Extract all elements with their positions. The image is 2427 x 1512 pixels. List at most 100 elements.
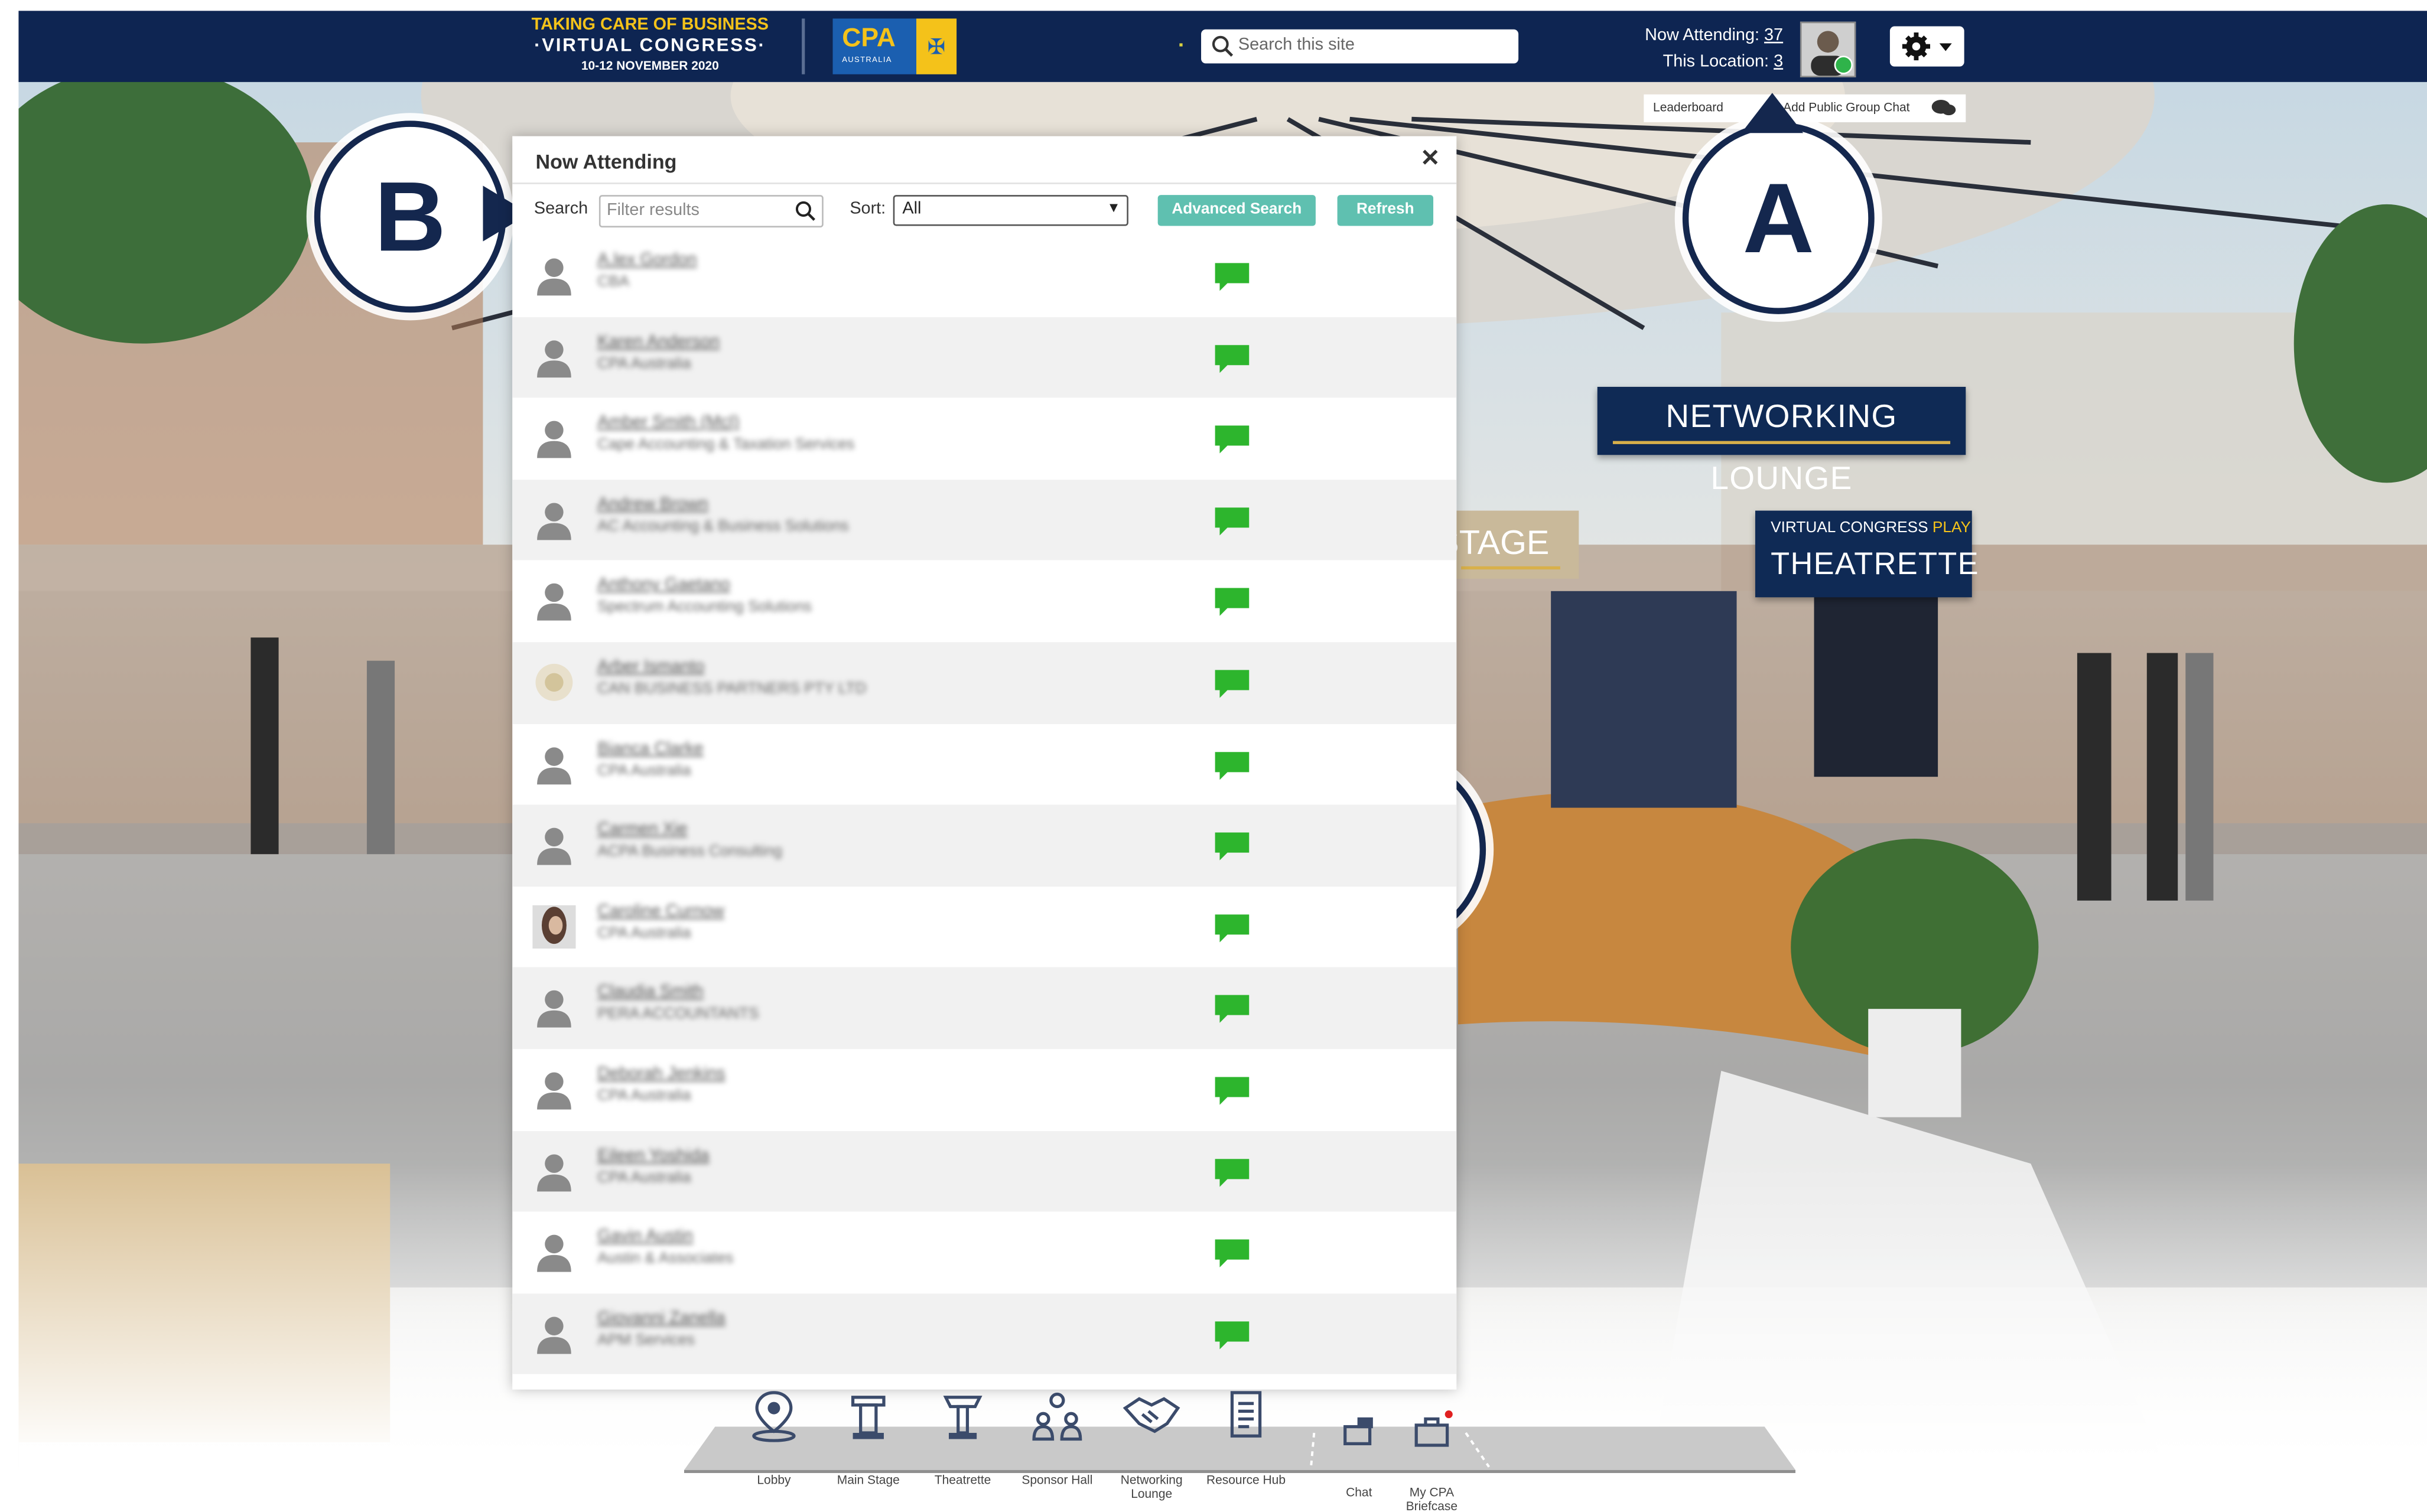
attendee-company: CPA Australia xyxy=(597,355,691,373)
attendee-name-link[interactable]: Gavin Austin xyxy=(597,1227,693,1246)
attendee-name-link[interactable]: Claudia Smith xyxy=(597,983,703,1002)
event-title: TAKING CARE OF BUSINESS ·VIRTUAL CONGRES… xyxy=(526,15,774,74)
nav-item-label: Networking Lounge xyxy=(1120,1473,1183,1501)
nav-item-label: Resource Hub xyxy=(1206,1473,1286,1487)
attendee-row: A.lex Gordon CBA xyxy=(512,235,1456,317)
cpa-logo-subtext: AUSTRALIA xyxy=(842,56,892,66)
attendee-photo-icon xyxy=(532,904,576,949)
callout-a-pointer xyxy=(1741,93,1804,133)
nav-item-theatrette[interactable]: Theatrette xyxy=(915,1390,1010,1487)
attendee-row: Anthony Gaetano Spectrum Accounting Solut… xyxy=(512,561,1456,642)
advanced-search-button[interactable]: Advanced Search xyxy=(1157,195,1316,226)
attendee-company: PERA ACCOUNTANTS xyxy=(597,1006,759,1024)
nav-item-networking-lounge[interactable]: Networking Lounge xyxy=(1104,1390,1199,1501)
theatrette-sign-line2: THEATRETTE xyxy=(1771,548,1979,582)
attendee-name-link[interactable]: Anthony Gaetano xyxy=(597,576,730,595)
nav-item-my-cpa-briefcase[interactable]: My CPA Briefcase xyxy=(1384,1408,1479,1512)
attendee-name-link[interactable]: Arber Ismanto xyxy=(597,657,704,676)
chat-icon[interactable] xyxy=(1214,913,1251,943)
sort-value: All xyxy=(902,199,922,219)
chat-icon[interactable] xyxy=(1214,587,1251,618)
filter-results-input[interactable]: Filter results xyxy=(598,195,824,228)
attendee-row: Karen Anderson CPA Australia xyxy=(512,317,1457,398)
nav-item-resource-hub[interactable]: Resource Hub xyxy=(1198,1390,1294,1487)
attendee-row: Deborah Jenkins CPA Australia xyxy=(512,1049,1456,1130)
attendee-company: CPA Australia xyxy=(597,925,691,942)
settings-button[interactable] xyxy=(1889,26,1964,67)
attendee-company: CPA Australia xyxy=(597,762,691,780)
person-icon xyxy=(537,340,571,377)
attendee-company: Austin & Associates xyxy=(597,1250,734,1268)
attendee-name-link[interactable]: Carmen Xie xyxy=(597,820,687,839)
search-icon[interactable] xyxy=(794,200,817,223)
stage-sign-text: STAGE xyxy=(1455,523,1550,562)
sort-select[interactable]: All ▼ xyxy=(893,195,1128,226)
group-chat-icon[interactable] xyxy=(1931,97,1957,119)
event-title-line2: ·VIRTUAL CONGRESS· xyxy=(534,34,766,56)
attendee-name-link[interactable]: Amber Smith (McI) xyxy=(597,413,739,432)
now-attending-label: Now Attending: xyxy=(1645,26,1760,45)
people-icon xyxy=(1009,1390,1105,1442)
gear-icon xyxy=(1902,32,1952,61)
chat-icon[interactable] xyxy=(1214,669,1251,699)
nav-item-label: Main Stage xyxy=(837,1473,900,1487)
nav-item-lobby[interactable]: Lobby xyxy=(726,1390,822,1487)
lectern-icon xyxy=(915,1390,1010,1442)
attendee-company: CAN BUSINESS PARTNERS PTY LTD xyxy=(597,680,867,698)
user-avatar[interactable] xyxy=(1800,21,1856,77)
attendee-row: Eileen Yoshida CPA Australia xyxy=(512,1130,1457,1212)
now-attending-panel: Now Attending ✕ Search Filter results So… xyxy=(512,136,1457,1390)
theatrette-sign: VIRTUAL CONGRESS PLAY THEATRETTE xyxy=(1755,510,1979,598)
nav-item-label: Sponsor Hall xyxy=(1021,1473,1093,1487)
search-icon xyxy=(1212,35,1234,57)
chevron-down-icon: ▼ xyxy=(1107,199,1121,216)
map-pin-icon xyxy=(726,1390,822,1442)
attendee-name-link[interactable]: Caroline Curnow xyxy=(597,902,724,920)
attendee-company: Cape Accounting & Taxation Services xyxy=(597,436,855,454)
site-search-input[interactable]: Search this site xyxy=(1201,29,1519,64)
cpa-logo-text: CPA xyxy=(842,23,896,53)
chat-icon[interactable] xyxy=(1214,831,1251,862)
attendee-name-link[interactable]: Andrew Brown xyxy=(597,495,708,513)
document-icon xyxy=(1198,1390,1294,1442)
nav-item-label: My CPA Briefcase xyxy=(1406,1485,1458,1512)
sort-label: Sort: xyxy=(850,199,886,219)
chat-icon[interactable] xyxy=(1214,424,1251,455)
refresh-button[interactable]: Refresh xyxy=(1337,195,1434,226)
close-button[interactable]: ✕ xyxy=(1416,145,1444,173)
attendee-name-link[interactable]: Giovanni Zanella xyxy=(597,1309,725,1327)
nav-item-label: Lobby xyxy=(757,1473,791,1487)
attendee-row: Caroline Curnow CPA Australia xyxy=(512,887,1456,968)
attendee-name-link[interactable]: Karen Anderson xyxy=(597,332,720,350)
chat-icon[interactable] xyxy=(1214,1238,1251,1269)
chat-icon[interactable] xyxy=(1214,1156,1251,1187)
attendee-name-link[interactable]: A.lex Gordon xyxy=(597,250,697,269)
callout-a: A xyxy=(1682,122,1875,314)
attendee-name-link[interactable]: Bianca Clarke xyxy=(597,739,703,757)
attendee-name-link[interactable]: Deborah Jenkins xyxy=(597,1064,725,1083)
attendee-company: ACPA Business Consulting xyxy=(597,843,782,861)
panel-title: Now Attending xyxy=(535,150,677,174)
leaderboard-link[interactable]: Leaderboard xyxy=(1653,100,1723,115)
company-logo-icon xyxy=(535,663,573,701)
chat-icon[interactable] xyxy=(1214,262,1251,292)
header-divider xyxy=(802,18,805,74)
chat-icon[interactable] xyxy=(1214,1076,1251,1106)
chat-icon[interactable] xyxy=(1214,750,1251,781)
now-attending-count-link[interactable]: 37 xyxy=(1764,27,1783,45)
chat-icon[interactable] xyxy=(1214,1319,1251,1350)
attendee-company: CBA xyxy=(597,273,630,291)
attendee-row: Claudia Smith PERA ACCOUNTANTS xyxy=(512,967,1457,1050)
attendee-name-link[interactable]: Eileen Yoshida xyxy=(597,1146,709,1164)
chat-icon[interactable] xyxy=(1214,506,1251,536)
this-location-count-link[interactable]: 3 xyxy=(1774,53,1783,71)
panel-divider xyxy=(512,183,1457,184)
search-label: Search xyxy=(533,199,588,219)
attendee-row: Gavin Austin Austin & Associates xyxy=(512,1212,1456,1293)
nav-item-main-stage[interactable]: Main Stage xyxy=(821,1390,916,1487)
attendee-row: Carmen Xie ACPA Business Consulting xyxy=(512,804,1457,887)
networking-lounge-sign: NETWORKING LOUNGE xyxy=(1597,386,1966,497)
chat-icon[interactable] xyxy=(1214,994,1251,1025)
chat-icon[interactable] xyxy=(1214,343,1251,374)
nav-item-sponsor-hall[interactable]: Sponsor Hall xyxy=(1009,1390,1105,1487)
